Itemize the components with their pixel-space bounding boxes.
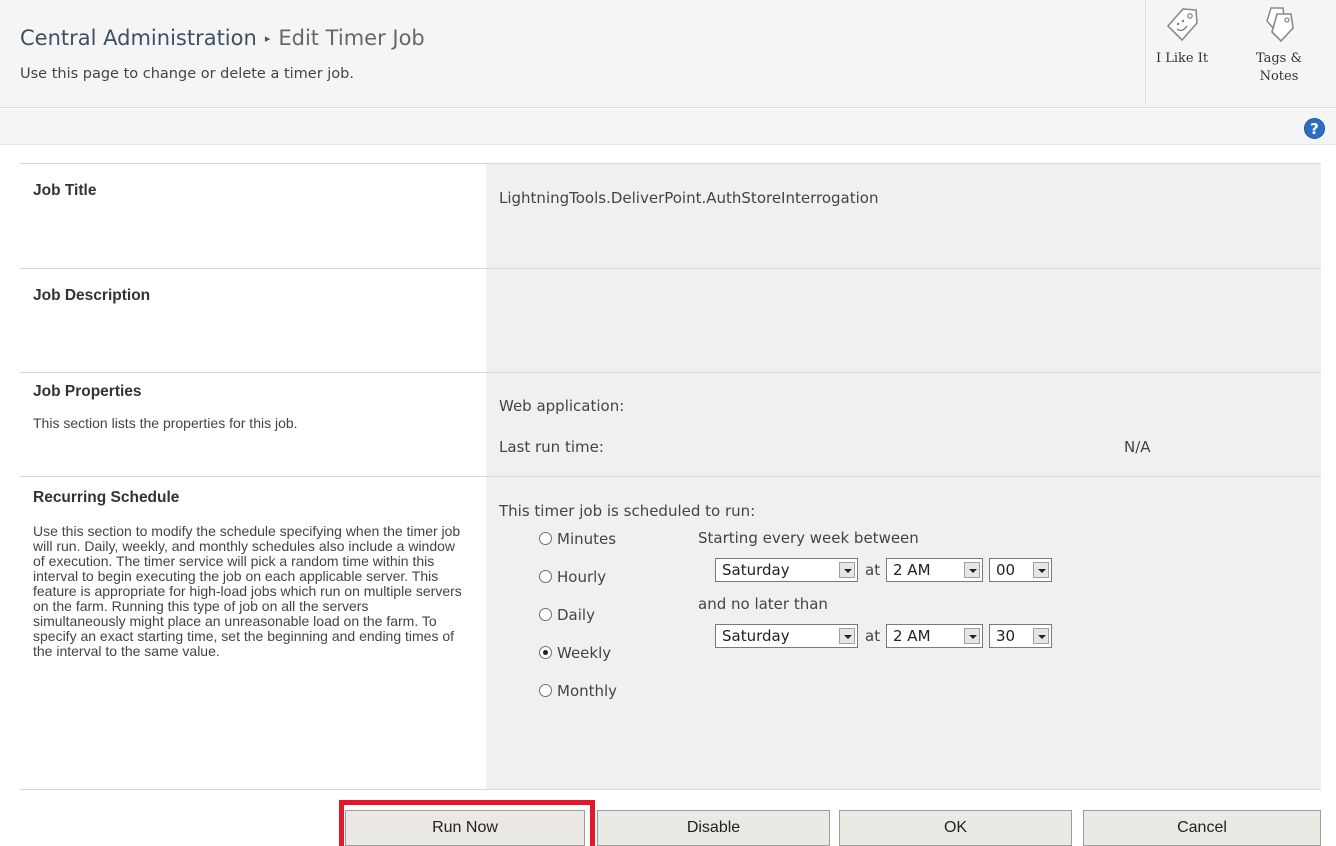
job-title-label-column: Job Title [20,164,486,268]
job-description-heading: Job Description [33,287,151,304]
job-properties-heading: Job Properties [33,383,142,400]
end-day-select[interactable]: Saturday [715,624,858,648]
i-like-it-label: I Like It [1155,51,1209,66]
dropdown-arrow-icon [839,562,855,578]
last-run-time-label: Last run time: [499,438,604,456]
job-title-heading: Job Title [33,182,97,199]
header-divider [1145,0,1146,104]
tags-notes-icon [1266,7,1294,43]
breadcrumb-current: Edit Timer Job [278,26,425,50]
job-properties-section: Job Properties This section lists the pr… [20,372,1321,476]
job-description-value-column [486,269,1321,372]
job-properties-value-column: Web application: Last run time: N/A [486,373,1321,476]
start-at-label: at [865,561,881,579]
start-hour-select[interactable]: 2 AM [886,558,983,582]
end-hour-select[interactable]: 2 AM [886,624,983,648]
breadcrumb-separator-icon: ▸ [264,32,271,45]
radio-label-weekly: Weekly [557,644,612,662]
breadcrumb: Central Administration ▸ Edit Timer Job [20,26,425,50]
dropdown-arrow-icon [1033,628,1049,644]
button-bar-divider [20,789,1321,790]
dropdown-arrow-icon [964,628,980,644]
dropdown-arrow-icon [964,562,980,578]
radio-label-monthly: Monthly [557,682,618,700]
job-description-section: Job Description [20,268,1321,372]
end-window-label: and no later than [698,595,828,613]
start-minute-select[interactable]: 00 [989,558,1052,582]
job-title-value: LightningTools.DeliverPoint.AuthStoreInt… [499,189,879,207]
recurring-schedule-label-column: Recurring Schedule Use this section to m… [20,477,486,789]
page-description: Use this page to change or delete a time… [20,66,354,82]
end-hour-value: 2 AM [893,627,931,645]
start-hour-value: 2 AM [893,561,931,579]
start-day-value: Saturday [722,561,790,579]
recurring-schedule-heading: Recurring Schedule [33,489,180,506]
radio-button-minutes[interactable] [539,532,552,545]
radio-button-hourly[interactable] [539,570,552,583]
radio-option-minutes[interactable]: Minutes [539,530,616,548]
radio-button-daily[interactable] [539,608,552,621]
run-now-button[interactable]: Run Now [345,810,585,846]
job-description-label-column: Job Description [20,269,486,372]
recurring-schedule-description: Use this section to modify the schedule … [33,523,462,659]
radio-button-monthly[interactable] [539,684,552,697]
help-bar: ? [0,109,1336,145]
end-minute-value: 30 [996,627,1016,645]
web-application-label: Web application: [499,397,625,415]
end-minute-select[interactable]: 30 [989,624,1052,648]
job-properties-description: This section lists the properties for th… [33,415,298,431]
radio-label-hourly: Hourly [557,568,607,586]
radio-label-daily: Daily [557,606,595,624]
start-minute-value: 00 [996,561,1016,579]
cancel-button[interactable]: Cancel [1083,810,1321,846]
tags-notes-label-line2: Notes [1259,69,1299,84]
help-icon[interactable]: ? [1304,118,1325,139]
radio-button-weekly[interactable] [539,646,552,659]
end-at-label: at [865,627,881,645]
ok-button[interactable]: OK [839,810,1072,846]
last-run-time-value: N/A [1124,438,1151,456]
like-tag-icon [1166,8,1198,42]
job-title-section: Job Title LightningTools.DeliverPoint.Au… [20,163,1321,268]
tags-notes-label-line1: Tags & [1255,51,1303,66]
dropdown-arrow-icon [1033,562,1049,578]
page-header: Central Administration ▸ Edit Timer Job Us… [0,0,1336,108]
job-properties-label-column: Job Properties This section lists the pr… [20,373,486,476]
dropdown-arrow-icon [839,628,855,644]
radio-label-minutes: Minutes [557,530,617,548]
start-day-select[interactable]: Saturday [715,558,858,582]
recurring-schedule-section: Recurring Schedule Use this section to m… [20,476,1321,789]
radio-option-daily[interactable]: Daily [539,606,595,624]
disable-button[interactable]: Disable [597,810,830,846]
tags-notes-button[interactable]: Tags & Notes [1248,4,1310,86]
radio-option-weekly[interactable]: Weekly [539,644,611,662]
start-window-label: Starting every week between [698,529,919,547]
schedule-intro-text: This timer job is scheduled to run: [499,502,756,520]
job-title-value-column: LightningTools.DeliverPoint.AuthStoreInt… [486,164,1321,268]
radio-option-monthly[interactable]: Monthly [539,682,617,700]
i-like-it-button[interactable]: I Like It [1150,4,1214,68]
breadcrumb-root-link[interactable]: Central Administration [20,26,257,50]
radio-option-hourly[interactable]: Hourly [539,568,606,586]
recurring-schedule-controls: This timer job is scheduled to run: Minu… [486,477,1321,789]
end-day-value: Saturday [722,627,790,645]
